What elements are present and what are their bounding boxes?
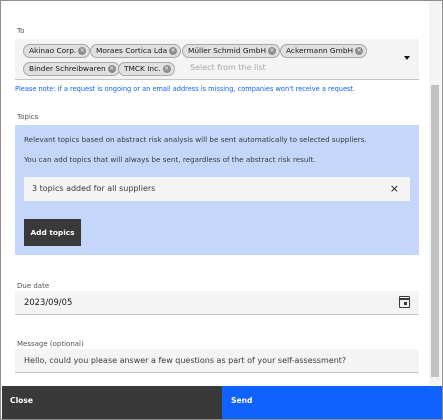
recipient-tag: Binder Schreibwaren × xyxy=(23,62,120,76)
due-date-input[interactable]: 2023/09/05 xyxy=(15,291,419,315)
topics-info-line1: Relevant topics based on abstract risk a… xyxy=(24,135,367,144)
recipient-tag: TMCK Inc. × xyxy=(118,62,175,76)
recipient-tag: Ackermann GmbH × xyxy=(280,44,368,58)
recipients-note: Please note: if a request is ongoing or … xyxy=(15,85,356,93)
message-label: Message (optional) xyxy=(17,340,84,348)
remove-tag-icon[interactable]: × xyxy=(107,65,116,73)
send-button[interactable]: Send xyxy=(222,386,442,419)
topics-info-line2: You can add topics that will always be s… xyxy=(24,155,316,164)
recipients-placeholder: Select from the list xyxy=(190,63,266,72)
remove-tag-icon[interactable]: × xyxy=(355,47,364,55)
add-topics-button[interactable]: Add topics xyxy=(24,219,81,246)
topics-label: Topics xyxy=(17,113,39,121)
modal-footer: Close Send xyxy=(2,386,442,419)
close-icon[interactable]: × xyxy=(390,182,399,195)
to-label: To xyxy=(17,27,25,35)
recipient-tag: Akinao Corp. × xyxy=(23,44,91,58)
recipient-tag-label: Binder Schreibwaren xyxy=(29,64,106,73)
remove-tag-icon[interactable]: × xyxy=(169,47,178,55)
recipient-tag-label: Ackermann GmbH xyxy=(286,46,354,55)
chevron-down-icon[interactable] xyxy=(404,56,410,60)
recipient-tag: Moraes Cortica Lda × xyxy=(90,44,182,58)
topics-panel: Relevant topics based on abstract risk a… xyxy=(15,125,419,255)
remove-tag-icon[interactable]: × xyxy=(162,65,171,73)
recipient-tag: Müller Schmid GmbH × xyxy=(182,44,281,58)
due-date-value: 2023/09/05 xyxy=(24,297,73,307)
close-button[interactable]: Close xyxy=(2,386,222,419)
message-value: Hello, could you please answer a few que… xyxy=(24,356,347,365)
recipient-tag-label: Müller Schmid GmbH xyxy=(188,46,267,55)
remove-tag-icon[interactable]: × xyxy=(268,47,277,55)
recipient-tag-label: Moraes Cortica Lda xyxy=(96,46,168,55)
calendar-icon[interactable] xyxy=(399,296,410,308)
remove-tag-icon[interactable]: × xyxy=(78,47,87,55)
form-scroll-area: To Akinao Corp. × Moraes Cortica Lda × M… xyxy=(2,1,430,385)
scrollbar-thumb[interactable] xyxy=(431,85,439,377)
recipient-tag-label: Akinao Corp. xyxy=(29,46,77,55)
recipient-tag-label: TMCK Inc. xyxy=(124,64,161,73)
due-date-label: Due date xyxy=(17,282,50,290)
scrollbar[interactable] xyxy=(429,1,441,385)
recipients-multiselect[interactable]: Akinao Corp. × Moraes Cortica Lda × Müll… xyxy=(15,39,419,80)
added-topics-row[interactable]: 3 topics added for all suppliers × xyxy=(24,177,410,201)
modal-frame: To Akinao Corp. × Moraes Cortica Lda × M… xyxy=(0,0,443,420)
added-topics-summary: 3 topics added for all suppliers xyxy=(32,184,156,193)
message-input[interactable]: Hello, could you please answer a few que… xyxy=(15,349,419,373)
